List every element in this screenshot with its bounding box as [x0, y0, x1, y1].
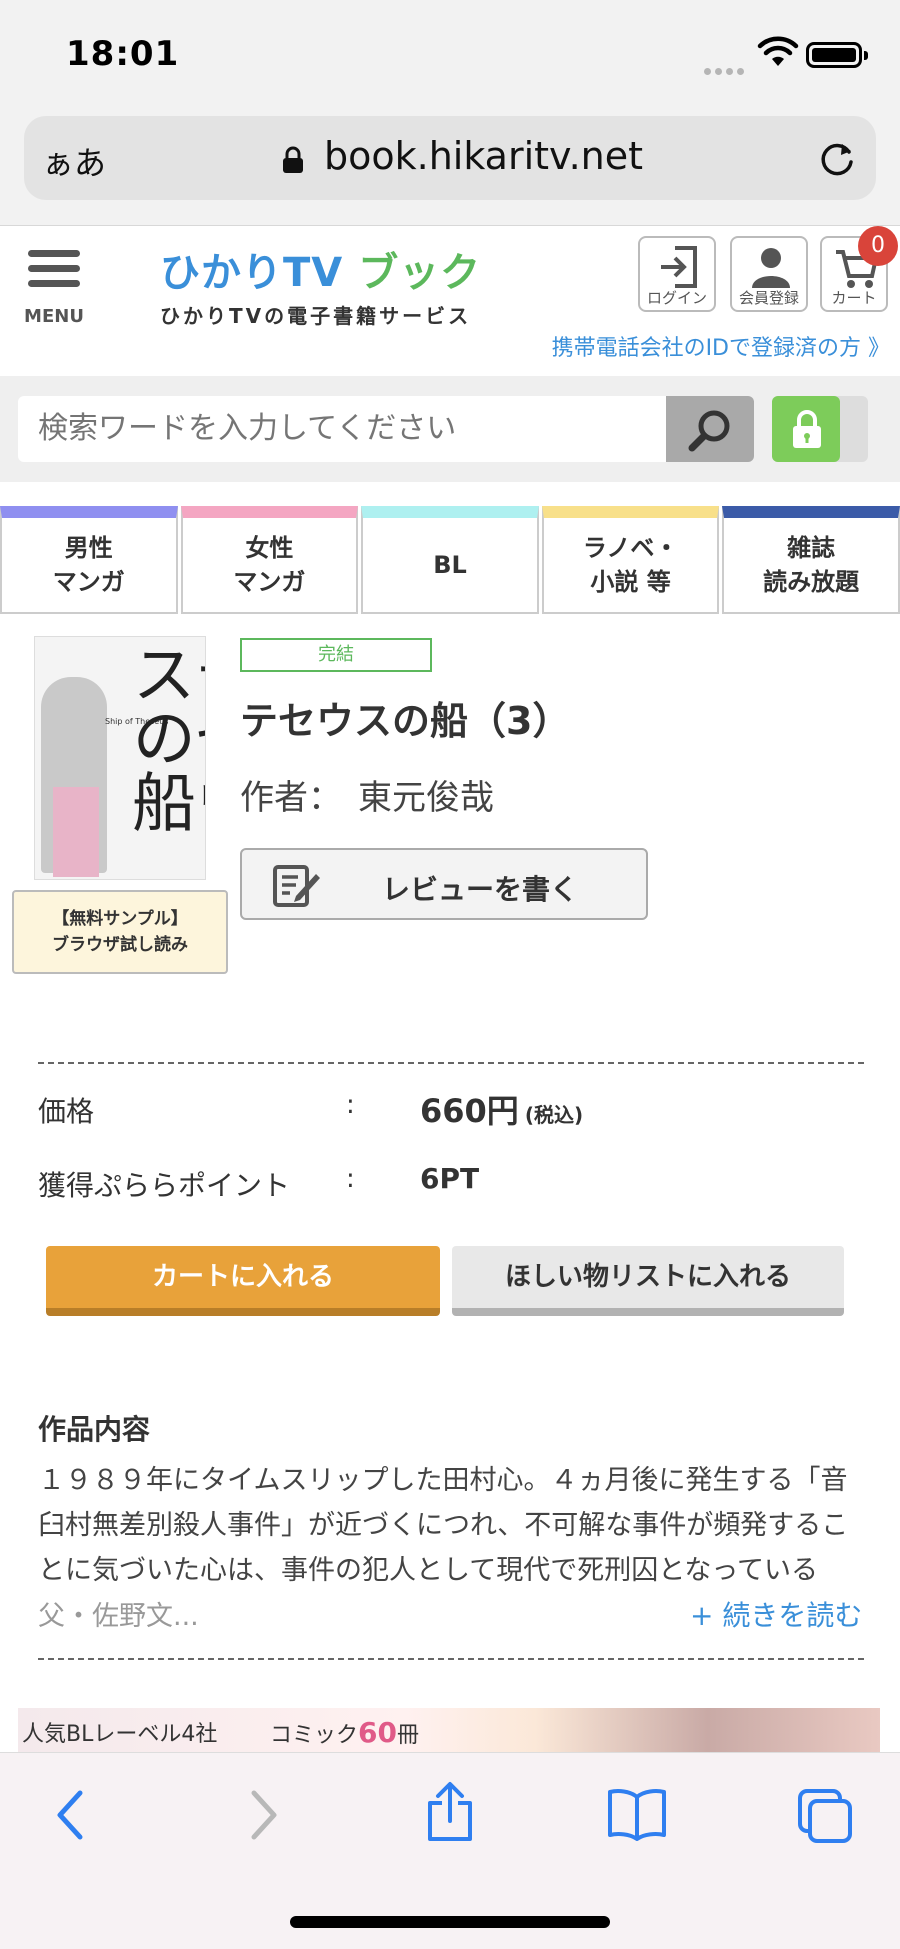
read-more-link[interactable]: + 続きを読む	[690, 1594, 862, 1634]
search-input[interactable]	[18, 396, 666, 462]
book-cover[interactable]: Ship of Theseus テセウスの船	[34, 636, 206, 880]
points-value: 6PT	[420, 1162, 480, 1195]
category-tabs: 男性 マンガ 女性 マンガ BL ラノベ・ 小説 等 雑誌 読み放題	[0, 506, 900, 614]
status-bar: 18:01	[0, 0, 900, 110]
login-icon	[661, 246, 697, 288]
home-indicator	[290, 1916, 610, 1928]
points-colon: :	[346, 1164, 355, 1194]
search-icon	[688, 410, 730, 452]
battery-icon	[806, 42, 868, 68]
write-review-button[interactable]: レビューを書く	[240, 848, 648, 920]
login-button[interactable]: ログイン	[638, 236, 716, 312]
register-button[interactable]: 会員登録	[730, 236, 808, 312]
tab-magazines[interactable]: 雑誌 読み放題	[722, 506, 900, 614]
browser-address-area: ぁあ book.hikaritv.net	[0, 110, 900, 226]
price-colon: :	[346, 1090, 355, 1120]
description-fade-text: 父・佐野文...	[38, 1601, 199, 1632]
banner-text-2: コミック60冊	[270, 1716, 419, 1749]
description-text: １９８９年にタイムスリップした田村心。４ヵ月後に発生する「音臼村無差別殺人事件」…	[38, 1465, 849, 1586]
back-icon[interactable]	[50, 1787, 90, 1843]
register-label: 会員登録	[738, 289, 799, 307]
lock-icon	[283, 146, 303, 173]
promo-banner[interactable]: 人気BLレーベル4社 コミック60冊	[18, 1708, 880, 1752]
add-to-cart-button[interactable]: カートに入れる	[46, 1246, 440, 1316]
carrier-login-link[interactable]: 携帯電話会社のIDで登録済の方 》	[0, 330, 890, 362]
bookmarks-icon[interactable]	[606, 1787, 668, 1841]
sample-label-2: ブラウザ試し読み	[52, 935, 188, 955]
status-time: 18:01	[66, 34, 180, 74]
share-icon[interactable]	[424, 1781, 476, 1843]
author-label: 作者：	[240, 778, 342, 818]
price-value: 660円 (税込)	[420, 1092, 584, 1130]
free-sample-button[interactable]: 【無料サンプル】 ブラウザ試し読み	[12, 890, 228, 974]
tab-womens-manga[interactable]: 女性 マンガ	[180, 506, 359, 614]
logo-book-text: ブック	[358, 250, 482, 296]
tab-bl[interactable]: BL	[361, 506, 539, 614]
cart-count-badge: 0	[858, 226, 898, 266]
signal-icon	[704, 60, 748, 79]
price-tax: (税込)	[524, 1103, 584, 1127]
forward-icon[interactable]	[244, 1787, 284, 1843]
add-to-wishlist-button[interactable]: ほしい物リストに入れる	[452, 1246, 844, 1316]
user-icon	[752, 248, 790, 288]
divider	[38, 1658, 864, 1660]
logo-main-text: ひかりTV	[160, 250, 344, 296]
edit-icon	[273, 865, 320, 907]
menu-label: MENU	[24, 306, 84, 327]
banner-text-1: 人気BLレーベル4社	[22, 1722, 218, 1747]
reader-options-button[interactable]: ぁあ	[42, 138, 106, 184]
tab-mens-manga[interactable]: 男性 マンガ	[0, 506, 178, 614]
book-title: テセウスの船（3）	[240, 699, 571, 743]
search-button[interactable]	[666, 396, 754, 462]
logo-subtitle: ひかりTVの電子書籍サービス	[160, 304, 472, 328]
site-logo[interactable]: ひかりTV ブック ひかりTVの電子書籍サービス	[160, 240, 520, 330]
author-name[interactable]: 東元俊哉	[358, 770, 494, 819]
points-label: 獲得ぷららポイント	[38, 1169, 291, 1202]
review-label: レビューを書く	[382, 873, 579, 906]
padlock-icon	[793, 410, 821, 448]
cart-label: カート	[831, 289, 877, 307]
search-area	[0, 376, 900, 482]
menu-button[interactable]: MENU	[18, 246, 90, 332]
reload-icon[interactable]	[816, 138, 858, 180]
safe-search-toggle[interactable]	[772, 396, 868, 462]
status-badge: 完結	[240, 638, 432, 672]
wifi-icon	[757, 36, 799, 66]
sample-label-1: 【無料サンプル】	[52, 909, 188, 929]
price-label: 価格	[38, 1095, 95, 1128]
description-heading: 作品内容	[38, 1413, 151, 1446]
site-header: MENU ひかりTV ブック ひかりTVの電子書籍サービス ログイン 会員登録 …	[0, 226, 900, 376]
url-text[interactable]: book.hikaritv.net	[324, 134, 643, 178]
cover-title: テセウスの船	[121, 641, 205, 833]
tabs-icon[interactable]	[796, 1787, 854, 1845]
login-label: ログイン	[646, 289, 707, 307]
divider	[38, 1062, 864, 1064]
address-bar[interactable]: ぁあ book.hikaritv.net	[24, 116, 876, 200]
tab-light-novels[interactable]: ラノベ・ 小説 等	[541, 506, 720, 614]
